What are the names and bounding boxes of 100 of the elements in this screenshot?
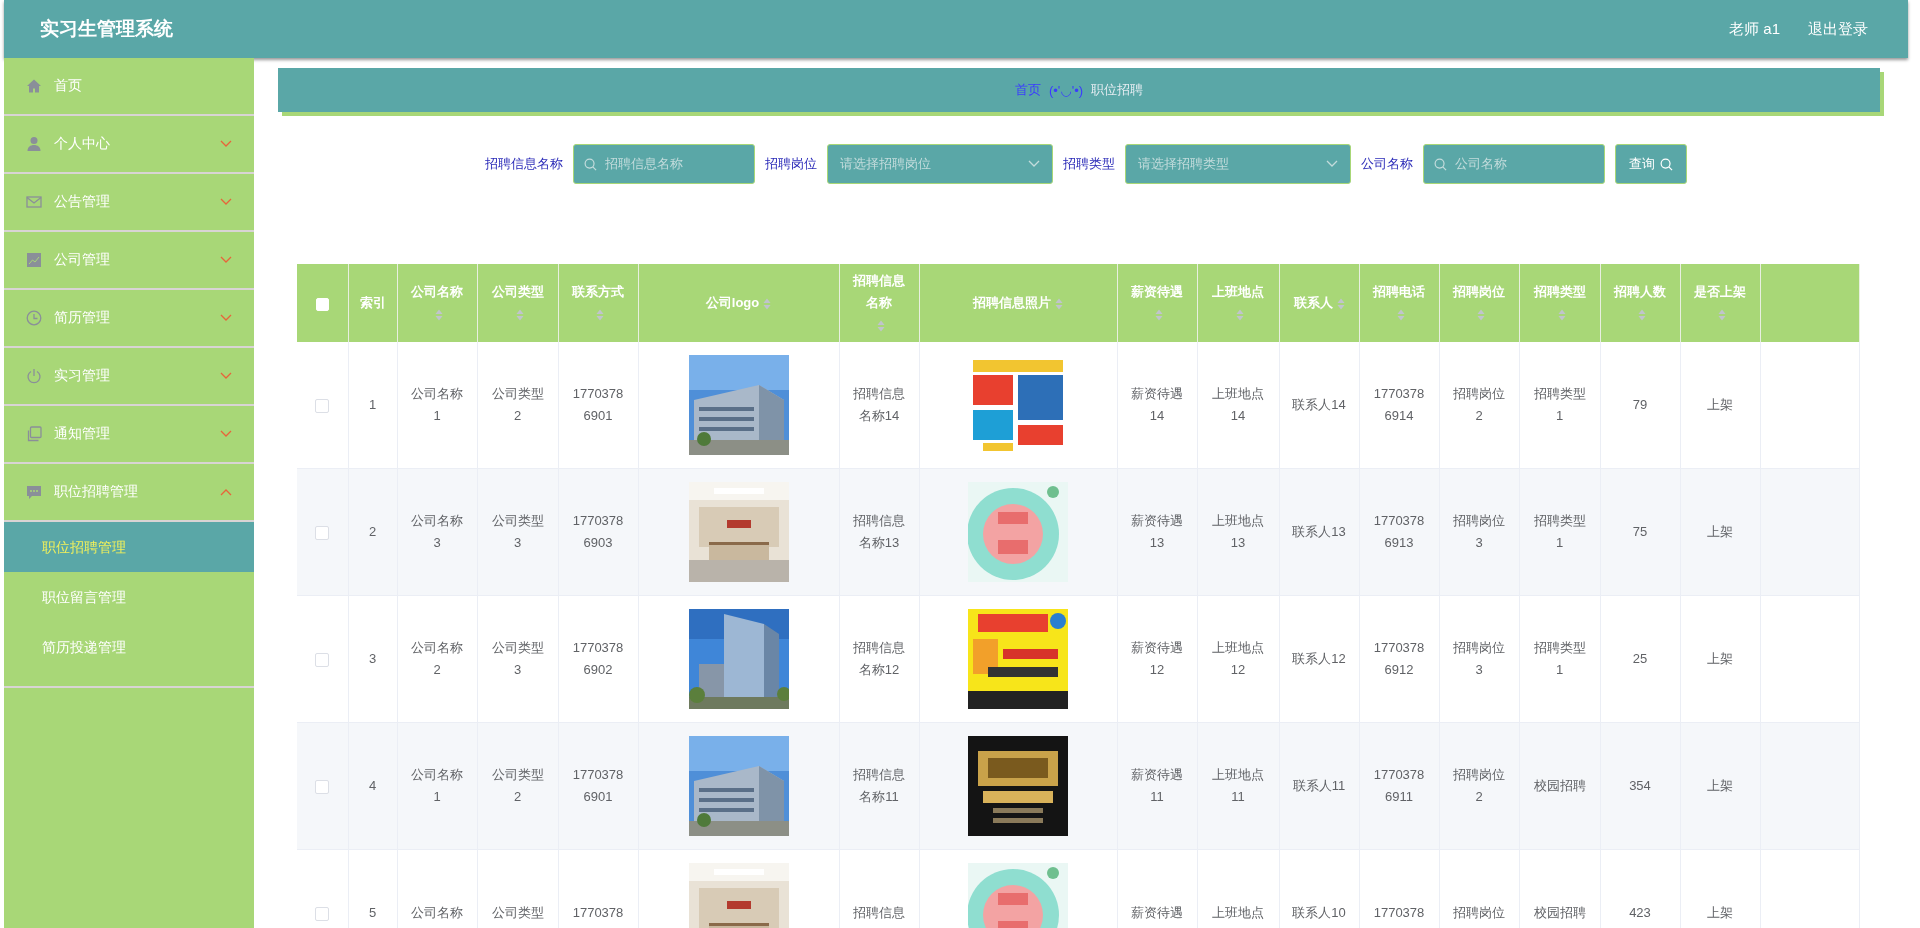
search-button[interactable]: 查询 [1615,144,1687,184]
submenu-item[interactable]: 职位留言管理 [4,572,254,622]
column-header: 招聘人数 [1614,283,1666,301]
table-cell-text: 公司名称1 [410,766,464,806]
row-checkbox[interactable] [315,779,330,794]
table-cell-text: 上架 [1707,396,1733,414]
table-cell-text: 招聘信息名称11 [852,766,906,806]
menu-item[interactable]: 首页 [4,58,254,116]
table-cell-text: 上班地点11 [1211,766,1265,806]
menu-item[interactable]: 简历管理 [4,290,254,348]
table-cell-text: 79 [1632,396,1648,414]
table-cell-text: 5 [368,904,377,922]
table-cell-text: 17703786901 [571,385,625,425]
table-cell-text: 招聘信息名称13 [852,512,906,552]
sort-icon[interactable] [1055,297,1063,310]
chevron-icon [1326,160,1338,168]
table-cell-text: 招聘信息 [853,904,905,922]
sort-icon[interactable] [1155,308,1163,321]
sort-icon[interactable] [1638,308,1646,321]
breadcrumb-link[interactable]: 首页 [1014,81,1041,99]
select-field[interactable]: 请选择招聘岗位 [827,144,1053,184]
row-checkbox[interactable] [315,398,330,413]
table-cell-text: 17703786901 [571,766,625,806]
submenu-item[interactable]: 职位招聘管理 [4,522,254,572]
table-cell-text: 薪资待遇14 [1130,385,1184,425]
column-header: 招聘电话 [1373,283,1425,301]
sort-icon[interactable] [877,319,885,332]
logout-link[interactable]: 退出登录 [1808,19,1868,39]
sort-icon[interactable] [435,308,443,321]
column-header: 薪资待遇 [1131,283,1183,301]
row-checkbox[interactable] [315,525,330,540]
home-icon [26,78,42,94]
table-cell-text: 招聘岗位3 [1452,512,1506,552]
chart-icon [26,252,42,268]
table-cell-text: 薪资待遇13 [1130,512,1184,552]
sort-icon[interactable] [1477,308,1485,321]
search-icon [584,157,597,171]
table-cell-text: 招聘岗位3 [1452,639,1506,679]
table-cell-text: 17703786912 [1372,639,1426,679]
table-cell-text: 上班地点12 [1211,639,1265,679]
envelope-icon [26,194,42,210]
row-checkbox[interactable] [315,906,330,921]
sort-icon[interactable] [1336,297,1345,310]
field-label: 招聘信息名称 [485,155,563,173]
table-cell-text: 联系人14 [1292,396,1346,414]
table-cell-text: 公司类型2 [490,385,545,425]
menu-item[interactable]: 实习管理 [4,348,254,406]
table-cell-text: 17703786914 [1372,385,1426,425]
search-field[interactable]: 公司名称 [1423,144,1605,184]
search-icon [1660,157,1673,171]
table-cell-text: 75 [1632,523,1648,541]
select-field[interactable]: 请选择招聘类型 [1125,144,1351,184]
table-cell-text: 25 [1632,650,1648,668]
sort-icon[interactable] [515,308,524,321]
menu-item[interactable]: 个人中心 [4,116,254,174]
table-cell-text: 17703786903 [571,512,625,552]
table-cell-text: 上架 [1707,777,1733,795]
breadcrumb-current: 职位招聘 [1091,81,1144,99]
menu-item[interactable]: 通知管理 [4,406,254,464]
menu-item[interactable]: 公告管理 [4,174,254,232]
table-cell-text: 联系人10 [1292,904,1346,922]
column-header: 公司logo [705,295,760,310]
table-cell-text: 公司名称2 [410,639,464,679]
table-cell-text: 上班地点13 [1211,512,1265,552]
field-label: 公司名称 [1361,155,1413,173]
table-cell-text: 4 [368,777,377,795]
table-cell-text: 公司名称 [411,904,463,922]
row-checkbox[interactable] [315,652,330,667]
table-cell-text: 薪资待遇11 [1130,766,1184,806]
search-field[interactable]: 招聘信息名称 [573,144,755,184]
select-all-checkbox[interactable] [315,297,329,311]
table-cell-text: 招聘信息名称12 [852,639,906,679]
table-cell-text: 招聘信息名称14 [852,385,906,425]
sort-icon[interactable] [763,297,772,310]
column-header: 招聘信息名称 [851,272,906,312]
table-cell-text: 校园招聘 [1533,777,1586,795]
table-cell-text: 公司类型3 [490,639,545,679]
sort-icon[interactable] [1397,308,1405,321]
table-cell-text: 薪资待遇 [1131,904,1183,922]
table-cell-text: 17703786911 [1372,766,1426,806]
submenu-item[interactable]: 简历投递管理 [4,622,254,672]
sort-icon[interactable] [596,308,604,321]
power-icon [26,368,42,384]
table-cell-text: 2 [368,523,377,541]
sort-icon[interactable] [1236,308,1244,321]
table-cell-text: 上架 [1707,904,1733,922]
table-cell-text: 校园招聘 [1533,904,1586,922]
table-cell-text: 联系人12 [1292,650,1346,668]
menu-item[interactable]: 公司管理 [4,232,254,290]
table-cell-text: 招聘岗位 [1453,904,1505,922]
column-header: 是否上架 [1694,283,1746,301]
field-label: 招聘岗位 [765,155,817,173]
table-cell-text: 公司名称3 [410,512,464,552]
table-cell-text: 联系人11 [1292,777,1346,795]
app-title: 实习生管理系统 [40,17,173,41]
column-header: 索引 [359,294,386,312]
sort-icon[interactable] [1557,308,1566,321]
sort-icon[interactable] [1718,308,1726,321]
table-cell-text: 公司类型2 [490,766,545,806]
table-cell-text: 公司类型3 [490,512,545,552]
